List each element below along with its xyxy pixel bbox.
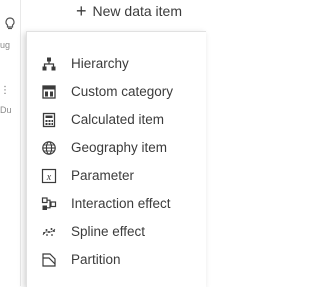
menu-item-label: Partition	[71, 252, 121, 267]
parameter-icon: x	[41, 168, 57, 184]
spline-effect-icon	[41, 224, 57, 240]
menu-item-calculated-item[interactable]: Calculated item	[27, 107, 206, 133]
left-panel-text-fragment: Du	[0, 105, 12, 115]
menu-item-spline-effect[interactable]: Spline effect	[27, 219, 206, 245]
new-data-item-menu: Hierarchy Custom category Calculated ite…	[26, 31, 206, 287]
interaction-effect-icon	[41, 196, 57, 212]
menu-item-custom-category[interactable]: Custom category	[27, 79, 206, 105]
menu-item-partition[interactable]: Partition	[27, 247, 206, 273]
menu-item-interaction-effect[interactable]: Interaction effect	[27, 191, 206, 217]
left-panel-edge: ug ⋮ Du	[0, 0, 21, 286]
data-toolbar: + New data item	[21, 0, 205, 26]
menu-item-label: Calculated item	[71, 112, 165, 127]
menu-item-label: Spline effect	[71, 224, 146, 239]
new-data-item-label: New data item	[92, 3, 182, 19]
calculator-icon	[41, 112, 57, 128]
globe-icon	[41, 140, 57, 156]
menu-item-label: Custom category	[71, 84, 174, 99]
menu-item-hierarchy[interactable]: Hierarchy	[27, 51, 206, 77]
plus-icon: +	[76, 1, 87, 21]
partition-icon	[41, 252, 57, 268]
menu-item-label: Interaction effect	[71, 196, 171, 211]
hierarchy-icon	[41, 56, 57, 72]
svg-text:x: x	[46, 172, 52, 183]
custom-category-icon	[41, 84, 57, 100]
left-panel-more-icon[interactable]: ⋮	[0, 85, 10, 96]
menu-item-label: Hierarchy	[71, 56, 129, 71]
lightbulb-icon[interactable]	[2, 16, 18, 32]
menu-item-label: Geography item	[71, 140, 168, 155]
left-panel-text-fragment: ug	[0, 40, 11, 50]
menu-item-geography-item[interactable]: Geography item	[27, 135, 206, 161]
menu-item-label: Parameter	[71, 168, 135, 183]
new-data-item-button[interactable]: + New data item	[76, 2, 182, 20]
menu-item-parameter[interactable]: x Parameter	[27, 163, 206, 189]
